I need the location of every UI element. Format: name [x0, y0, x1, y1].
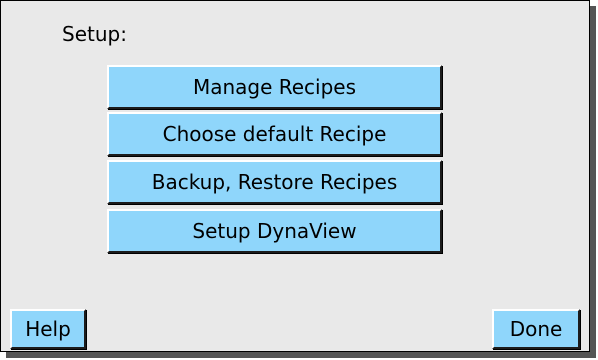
- manage-recipes-button[interactable]: Manage Recipes: [107, 65, 442, 109]
- help-button[interactable]: Help: [10, 309, 86, 349]
- choose-default-recipe-button[interactable]: Choose default Recipe: [107, 112, 442, 156]
- setup-dynaview-button[interactable]: Setup DynaView: [107, 209, 442, 253]
- backup-restore-recipes-button[interactable]: Backup, Restore Recipes: [107, 160, 442, 204]
- setup-screen: Setup: Manage Recipes Choose default Rec…: [0, 0, 590, 352]
- done-button[interactable]: Done: [492, 309, 580, 349]
- page-title: Setup:: [62, 22, 127, 46]
